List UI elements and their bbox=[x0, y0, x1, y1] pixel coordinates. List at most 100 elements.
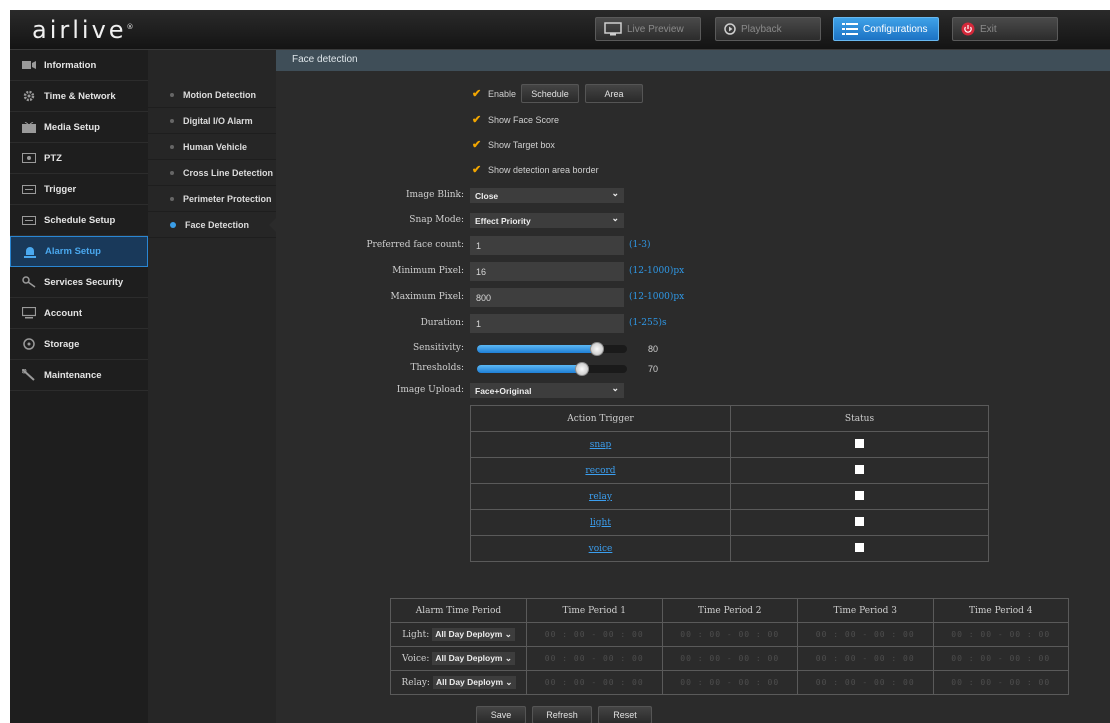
sidebar-item-services-security[interactable]: Services Security bbox=[10, 267, 148, 298]
schedule-button[interactable]: Schedule bbox=[521, 84, 579, 103]
chevron-down-icon: ⌄ bbox=[611, 383, 619, 393]
table-row: record bbox=[470, 457, 989, 484]
action-link-relay[interactable]: relay bbox=[589, 492, 612, 502]
refresh-button[interactable]: Refresh bbox=[532, 706, 592, 723]
exit-button[interactable]: Exit bbox=[952, 17, 1058, 41]
preferred-face-count-input[interactable]: 1 bbox=[470, 236, 624, 255]
sensitivity-slider-fill bbox=[477, 345, 597, 353]
light-time-period-1[interactable]: 00 : 00 - 00 : 00 bbox=[526, 622, 663, 647]
sidebar-item-information[interactable]: Information bbox=[10, 50, 148, 81]
show-face-score-checkbox[interactable]: ✔ Show Face Score bbox=[472, 113, 559, 126]
maximum-pixel-range: (12-1000)px bbox=[629, 292, 685, 302]
table-cell bbox=[730, 509, 989, 536]
relay-time-period-4[interactable]: 00 : 00 - 00 : 00 bbox=[932, 670, 1069, 695]
sidebar-item-trigger[interactable]: Trigger bbox=[10, 174, 148, 205]
light-time-period-2[interactable]: 00 : 00 - 00 : 00 bbox=[661, 622, 798, 647]
sidebar-item-media-setup[interactable]: Media Setup bbox=[10, 112, 148, 143]
duration-input[interactable]: 1 bbox=[470, 314, 624, 333]
maximum-pixel-input[interactable]: 800 bbox=[470, 288, 624, 307]
duration-range: (1-255)s bbox=[629, 318, 667, 328]
wrench-icon bbox=[22, 369, 36, 381]
sidebar-item-alarm-setup[interactable]: Alarm Setup bbox=[10, 236, 148, 267]
relay-mode-select[interactable]: All Day Deploym ⌄ bbox=[432, 676, 516, 689]
sensitivity-slider-handle[interactable] bbox=[590, 342, 604, 356]
table-row: snap bbox=[470, 431, 989, 458]
thresholds-slider-handle[interactable] bbox=[575, 362, 589, 376]
subnav-item-human-vehicle[interactable]: Human Vehicle bbox=[148, 134, 276, 160]
voice-time-period-3[interactable]: 00 : 00 - 00 : 00 bbox=[797, 646, 934, 671]
bullet-icon bbox=[170, 118, 174, 123]
thresholds-slider[interactable] bbox=[477, 362, 627, 376]
sidebar-item-schedule-setup[interactable]: Schedule Setup bbox=[10, 205, 148, 236]
voice-time-period-4[interactable]: 00 : 00 - 00 : 00 bbox=[932, 646, 1069, 671]
status-checkbox-light[interactable] bbox=[855, 516, 864, 526]
sidebar-item-time-network[interactable]: Time & Network bbox=[10, 81, 148, 112]
table-cell: Voice: All Day Deploym ⌄ bbox=[390, 646, 527, 671]
table-row: light bbox=[470, 509, 989, 536]
status-checkbox-record[interactable] bbox=[855, 464, 864, 474]
gear-icon bbox=[22, 90, 36, 102]
preferred-face-count-label: Preferred face count: bbox=[366, 240, 464, 250]
sidebar-item-ptz[interactable]: PTZ bbox=[10, 143, 148, 174]
playback-button[interactable]: Playback bbox=[715, 17, 821, 41]
status-checkbox-relay[interactable] bbox=[855, 490, 864, 500]
playback-icon bbox=[724, 23, 736, 35]
sensitivity-slider[interactable] bbox=[477, 342, 627, 356]
configurations-button[interactable]: Configurations bbox=[833, 17, 939, 41]
live-preview-button[interactable]: Live Preview bbox=[595, 17, 701, 41]
sensitivity-value: 80 bbox=[648, 344, 659, 354]
enable-checkbox[interactable]: ✔ Enable bbox=[472, 87, 516, 100]
show-detection-border-checkbox[interactable]: ✔ Show detection area border bbox=[472, 163, 599, 176]
top-bar: airlive® Live Preview Playback Configura… bbox=[10, 10, 1110, 50]
table-cell bbox=[730, 535, 989, 562]
voice-time-period-1[interactable]: 00 : 00 - 00 : 00 bbox=[526, 646, 663, 671]
table-header: Status bbox=[730, 405, 989, 432]
light-time-period-3[interactable]: 00 : 00 - 00 : 00 bbox=[797, 622, 934, 647]
thresholds-label: Thresholds: bbox=[410, 363, 464, 373]
status-checkbox-snap[interactable] bbox=[855, 438, 864, 448]
save-button[interactable]: Save bbox=[476, 706, 526, 723]
image-blink-select[interactable]: Close ⌄ bbox=[470, 188, 624, 203]
airlive-logo: airlive® bbox=[32, 16, 134, 44]
voice-time-period-2[interactable]: 00 : 00 - 00 : 00 bbox=[661, 646, 798, 671]
sidebar-item-storage[interactable]: Storage bbox=[10, 329, 148, 360]
checkmark-icon: ✔ bbox=[472, 114, 482, 126]
media-icon bbox=[22, 121, 36, 133]
area-button[interactable]: Area bbox=[585, 84, 643, 103]
table-header-row: Alarm Time Period Time Period 1 Time Per… bbox=[390, 598, 1069, 623]
show-target-box-checkbox[interactable]: ✔ Show Target box bbox=[472, 138, 555, 151]
snap-mode-select[interactable]: Effect Priority ⌄ bbox=[470, 213, 624, 228]
action-link-voice[interactable]: voice bbox=[589, 544, 613, 554]
light-mode-select[interactable]: All Day Deploym ⌄ bbox=[432, 628, 515, 641]
power-icon bbox=[961, 22, 975, 36]
reset-button[interactable]: Reset bbox=[598, 706, 652, 723]
table-cell: Relay: All Day Deploym ⌄ bbox=[390, 670, 527, 695]
subnav-item-motion-detection[interactable]: Motion Detection bbox=[148, 82, 276, 108]
relay-time-period-1[interactable]: 00 : 00 - 00 : 00 bbox=[526, 670, 663, 695]
light-time-period-4[interactable]: 00 : 00 - 00 : 00 bbox=[932, 622, 1069, 647]
relay-time-period-2[interactable]: 00 : 00 - 00 : 00 bbox=[661, 670, 798, 695]
action-link-light[interactable]: light bbox=[590, 518, 611, 528]
subnav-item-digital-io-alarm[interactable]: Digital I/O Alarm bbox=[148, 108, 276, 134]
voice-mode-select[interactable]: All Day Deploym ⌄ bbox=[432, 652, 515, 665]
monitor-icon bbox=[22, 307, 36, 319]
info-icon bbox=[22, 59, 36, 71]
subnav-spacer bbox=[148, 50, 276, 82]
minimum-pixel-input[interactable]: 16 bbox=[470, 262, 624, 281]
trigger-icon bbox=[22, 183, 36, 195]
sidebar-item-maintenance[interactable]: Maintenance bbox=[10, 360, 148, 391]
subnav-item-face-detection[interactable]: Face Detection bbox=[148, 212, 277, 238]
action-link-record[interactable]: record bbox=[585, 466, 615, 476]
table-header: Action Trigger bbox=[470, 405, 731, 432]
subnav-item-cross-line-detection[interactable]: Cross Line Detection bbox=[148, 160, 276, 186]
subnav-item-perimeter-protection[interactable]: Perimeter Protection bbox=[148, 186, 276, 212]
relay-time-period-3[interactable]: 00 : 00 - 00 : 00 bbox=[797, 670, 934, 695]
list-icon bbox=[842, 23, 858, 35]
key-icon bbox=[22, 276, 36, 288]
action-link-snap[interactable]: snap bbox=[590, 440, 612, 450]
status-checkbox-voice[interactable] bbox=[855, 542, 864, 552]
image-upload-select[interactable]: Face+Original ⌄ bbox=[470, 383, 624, 398]
table-cell bbox=[730, 457, 989, 484]
preferred-face-count-range: (1-3) bbox=[629, 240, 651, 250]
sidebar-item-account[interactable]: Account bbox=[10, 298, 148, 329]
